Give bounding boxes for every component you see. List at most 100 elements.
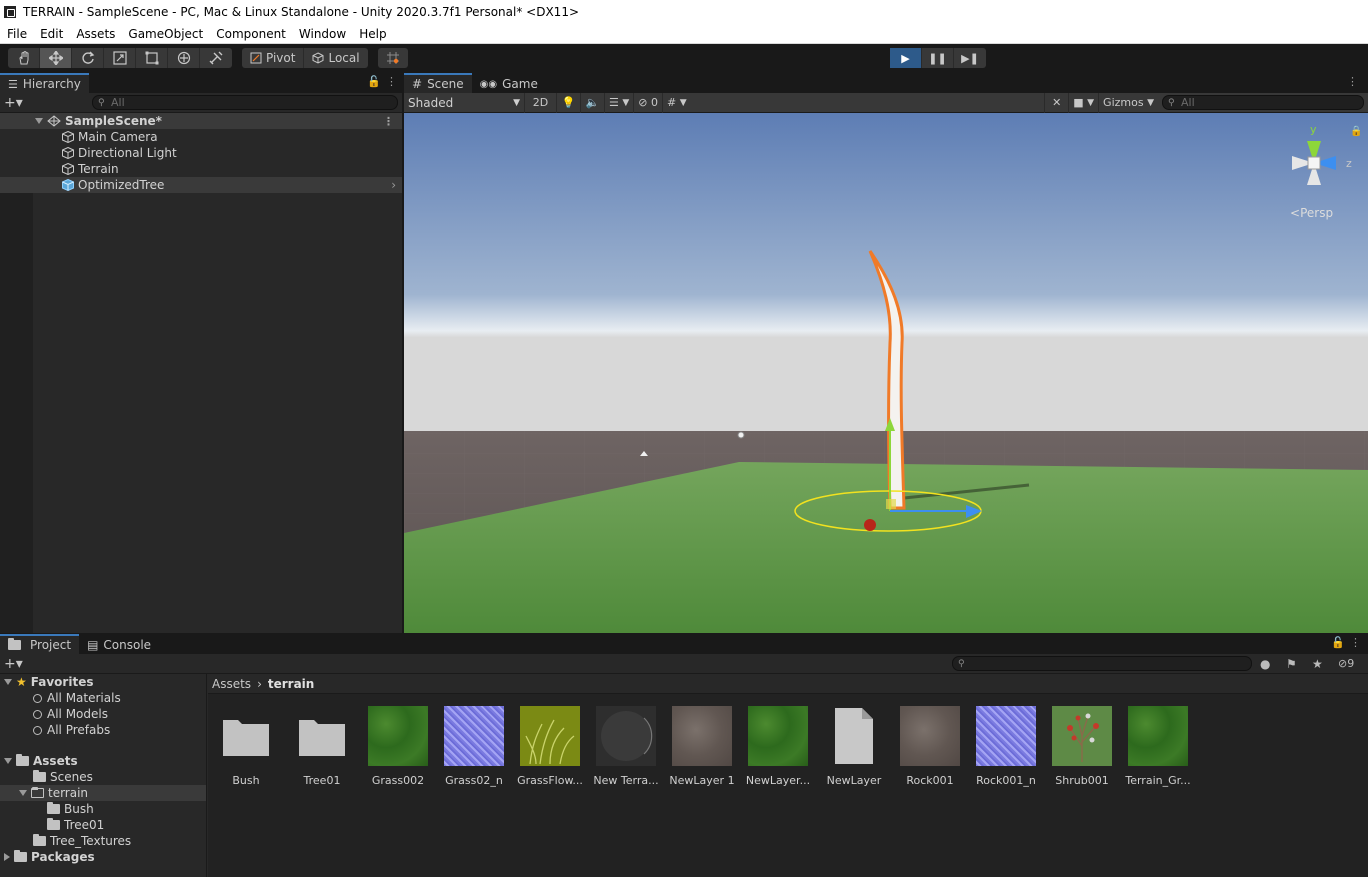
hierarchy-item[interactable]: Terrain bbox=[0, 161, 402, 177]
scene-viewport[interactable]: y z 🔒 <Persp bbox=[404, 113, 1368, 633]
menu-help[interactable]: Help bbox=[352, 27, 392, 41]
tab-console[interactable]: ▤ Console bbox=[79, 634, 160, 654]
tab-hierarchy[interactable]: ☰ Hierarchy bbox=[0, 73, 89, 93]
gizmo-lock-icon[interactable]: 🔒 bbox=[1350, 125, 1362, 137]
unity-scene-icon bbox=[47, 115, 61, 127]
menu-component[interactable]: Component bbox=[209, 27, 292, 41]
asset-item[interactable]: Bush bbox=[208, 706, 284, 787]
lock-icon[interactable]: 🔓 bbox=[1331, 636, 1345, 649]
packages-root-row[interactable]: Packages bbox=[0, 849, 206, 865]
tools-icon: ✕ bbox=[1052, 96, 1062, 109]
asset-item[interactable]: GrassFlow... bbox=[512, 706, 588, 787]
pivot-toggle-button[interactable]: Pivot bbox=[242, 48, 305, 68]
shading-mode-dropdown[interactable]: Shaded ▼ bbox=[404, 93, 524, 113]
asset-item[interactable]: NewLayer... bbox=[740, 706, 816, 787]
folder-item-bush[interactable]: Bush bbox=[0, 801, 206, 817]
camera-dropdown-button[interactable]: ■ ▼ bbox=[1068, 92, 1098, 113]
audio-toggle-button[interactable]: 🔈 bbox=[580, 92, 604, 113]
asset-item[interactable]: Tree01 bbox=[284, 706, 360, 787]
2d-toggle-button[interactable]: 2D bbox=[524, 92, 556, 113]
hierarchy-search-input[interactable]: ⚲ All bbox=[92, 95, 398, 110]
asset-item[interactable]: Terrain_Gr... bbox=[1120, 706, 1196, 787]
lighting-toggle-button[interactable]: 💡 bbox=[556, 92, 580, 113]
play-button[interactable]: ▶ bbox=[890, 48, 922, 68]
menu-edit[interactable]: Edit bbox=[33, 27, 69, 41]
folder-icon bbox=[8, 638, 21, 650]
menu-window[interactable]: Window bbox=[292, 27, 352, 41]
x-axis-handle[interactable] bbox=[864, 519, 876, 531]
scene-more-icon[interactable]: ⋮ bbox=[1347, 75, 1358, 88]
breadcrumb-terrain[interactable]: terrain bbox=[268, 677, 314, 691]
menu-file[interactable]: File bbox=[0, 27, 33, 41]
filter-by-type-icon[interactable]: ● bbox=[1260, 657, 1270, 671]
hierarchy-item[interactable]: Main Camera bbox=[0, 129, 402, 145]
collapse-arrow-icon[interactable] bbox=[19, 790, 27, 796]
terrain-layer-thumbnail bbox=[596, 706, 656, 766]
asset-label: Rock001_n bbox=[976, 774, 1036, 787]
asset-item[interactable]: Grass02_n bbox=[436, 706, 512, 787]
more-menu-icon[interactable]: ⋮ bbox=[386, 75, 397, 88]
folder-item-terrain[interactable]: terrain bbox=[0, 785, 206, 801]
scale-tool-button[interactable] bbox=[104, 48, 136, 68]
scene-search-input[interactable]: ⚲ All bbox=[1162, 95, 1364, 110]
effects-dropdown-button[interactable]: ☰ ▼ bbox=[604, 92, 633, 113]
rect-tool-button[interactable] bbox=[136, 48, 168, 68]
asset-item[interactable]: Grass002 bbox=[360, 706, 436, 787]
favorite-item[interactable]: All Models bbox=[0, 706, 206, 722]
scene-tools-button[interactable]: ✕ bbox=[1044, 92, 1068, 113]
expand-arrow-icon[interactable] bbox=[4, 853, 10, 861]
scene-render[interactable]: y z 🔒 <Persp bbox=[404, 113, 1368, 633]
tab-game[interactable]: ◉◉ Game bbox=[471, 73, 546, 93]
local-toggle-button[interactable]: Local bbox=[304, 48, 367, 68]
grid-dropdown-button[interactable]: # ▼ bbox=[662, 92, 691, 113]
scene-more-icon[interactable]: ⋮ bbox=[383, 115, 394, 128]
favorite-item[interactable]: All Materials bbox=[0, 690, 206, 706]
asset-item[interactable]: New Terra... bbox=[588, 706, 664, 787]
assets-root-row[interactable]: Assets bbox=[0, 753, 206, 769]
directional-light-icon[interactable] bbox=[737, 431, 745, 439]
tab-project[interactable]: Project bbox=[0, 634, 80, 654]
filter-by-label-icon[interactable]: ⚑ bbox=[1286, 657, 1297, 671]
gizmo-center-cube[interactable] bbox=[1307, 156, 1321, 170]
open-prefab-chevron-icon[interactable]: › bbox=[391, 178, 396, 192]
pause-button[interactable]: ❚❚ bbox=[922, 48, 954, 68]
collapse-arrow-icon[interactable] bbox=[4, 758, 12, 764]
favorites-star-icon[interactable]: ★ bbox=[1312, 657, 1323, 671]
asset-item[interactable]: NewLayer 1 bbox=[664, 706, 740, 787]
hidden-packages-toggle[interactable]: ⊘9 bbox=[1338, 657, 1354, 670]
folder-item-tree01[interactable]: Tree01 bbox=[0, 817, 206, 833]
plane-handle[interactable] bbox=[886, 499, 896, 509]
menu-gameobject[interactable]: GameObject bbox=[121, 27, 209, 41]
folder-item-tree-textures[interactable]: Tree_Textures bbox=[0, 833, 206, 849]
step-button[interactable]: ▶❚ bbox=[954, 48, 986, 68]
collapse-arrow-icon[interactable] bbox=[4, 679, 12, 685]
hierarchy-item[interactable]: Directional Light bbox=[0, 145, 402, 161]
transform-tool-button[interactable] bbox=[168, 48, 200, 68]
move-tool-button[interactable] bbox=[40, 48, 72, 68]
collapse-arrow-icon[interactable] bbox=[35, 118, 43, 124]
asset-item[interactable]: NewLayer bbox=[816, 706, 892, 787]
project-search-input[interactable]: ⚲ bbox=[952, 656, 1252, 671]
menu-assets[interactable]: Assets bbox=[69, 27, 121, 41]
folder-item-scenes[interactable]: Scenes bbox=[0, 769, 206, 785]
asset-item[interactable]: Shrub001 bbox=[1044, 706, 1120, 787]
custom-tool-button[interactable] bbox=[200, 48, 232, 68]
hand-tool-button[interactable] bbox=[8, 48, 40, 68]
asset-item[interactable]: Rock001 bbox=[892, 706, 968, 787]
rotate-tool-button[interactable] bbox=[72, 48, 104, 68]
hierarchy-item[interactable]: OptimizedTree › bbox=[0, 177, 402, 193]
scene-root-row[interactable]: SampleScene* ⋮ bbox=[0, 113, 402, 129]
gizmos-dropdown-button[interactable]: Gizmos ▼ bbox=[1098, 92, 1158, 113]
more-menu-icon[interactable]: ⋮ bbox=[1350, 636, 1361, 649]
favorite-item[interactable]: All Prefabs bbox=[0, 722, 206, 738]
tab-scene[interactable]: # Scene bbox=[404, 73, 472, 93]
asset-item[interactable]: Rock001_n bbox=[968, 706, 1044, 787]
lock-icon[interactable]: 🔓 bbox=[367, 75, 381, 88]
projection-label[interactable]: <Persp bbox=[1290, 206, 1333, 220]
create-asset-button[interactable]: +▾ bbox=[4, 656, 34, 672]
favorites-row[interactable]: ★ Favorites bbox=[0, 674, 206, 690]
grid-snap-button[interactable] bbox=[378, 48, 408, 68]
add-object-button[interactable]: +▾ bbox=[4, 95, 34, 111]
hidden-objects-toggle[interactable]: ⊘ 0 bbox=[633, 92, 662, 113]
breadcrumb-assets[interactable]: Assets bbox=[212, 677, 251, 691]
